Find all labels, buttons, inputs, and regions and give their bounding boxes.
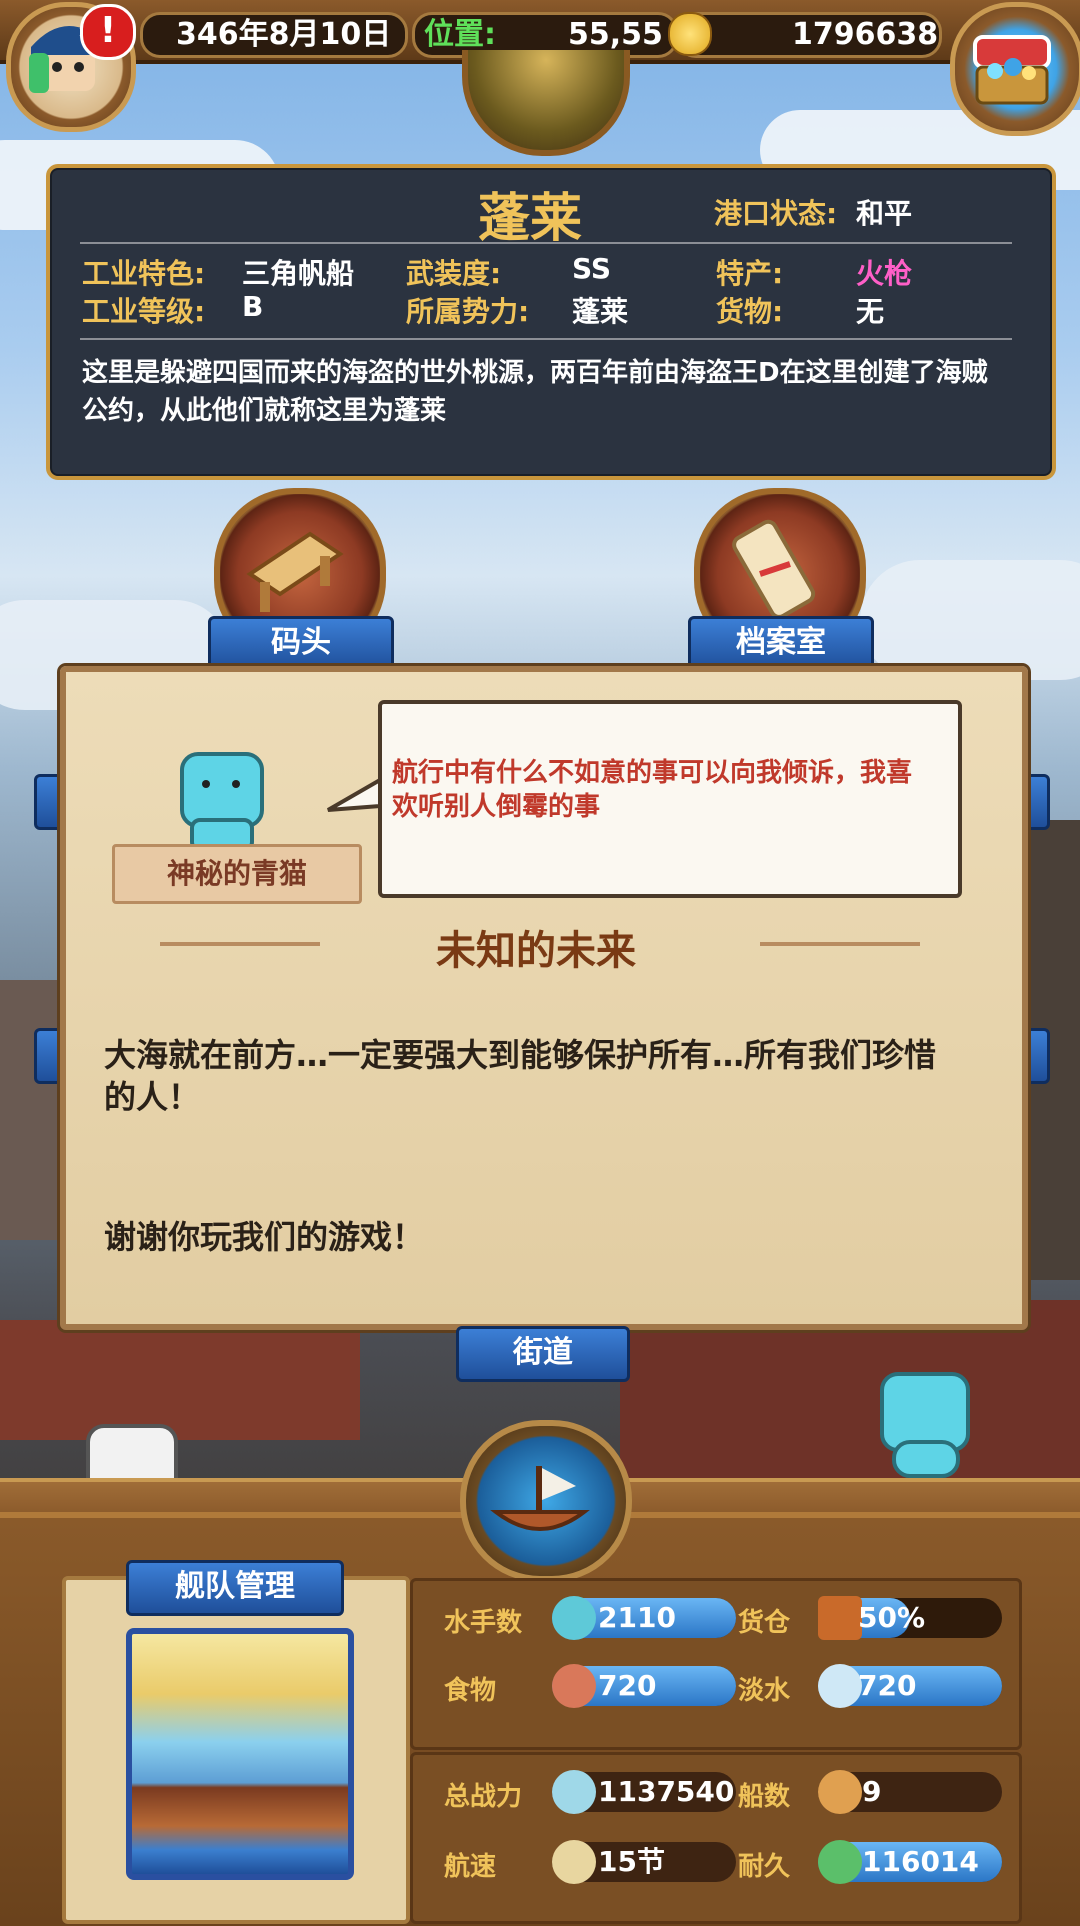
blue-cat-mascot-body-icon (892, 1440, 960, 1478)
cargo-value: 无 (856, 295, 885, 328)
title-ornament-right (760, 942, 920, 946)
dock-label[interactable]: 码头 (208, 616, 394, 672)
port-status-value: 和平 (856, 197, 913, 230)
cat-eye (232, 780, 240, 788)
water-value: 720 (858, 1669, 917, 1702)
dialog-body-text: 大海就在前方…一定要强大到能够保护所有…所有我们珍惜的人！ (104, 1036, 937, 1116)
power-value: 1137540 (598, 1775, 735, 1808)
sailor-icon (552, 1596, 596, 1640)
sail-button[interactable] (460, 1420, 632, 1582)
industry-level-value: B (242, 290, 264, 323)
durability-label: 耐久 (738, 1852, 791, 1882)
position-value: 55,55 (568, 17, 663, 52)
faction-label: 所属势力: (406, 295, 530, 328)
treasure-chest-icon (973, 35, 1051, 105)
food-value: 720 (598, 1669, 657, 1702)
town-roof (0, 1320, 360, 1440)
armament-label: 武装度: (406, 257, 502, 290)
crate-icon (818, 1596, 862, 1640)
water-jug-icon (818, 1664, 862, 1708)
speed-value: 15节 (598, 1845, 665, 1878)
water-label: 淡水 (738, 1676, 791, 1706)
npc-name-plate: 神秘的青猫 (112, 844, 362, 904)
panel-divider (80, 242, 1012, 244)
gold-coin-icon (668, 12, 712, 56)
cargo-label: 货物: (716, 295, 784, 328)
blue-cat-npc-icon (180, 752, 264, 828)
sailboat-icon (552, 1840, 596, 1884)
street-label[interactable]: 街道 (456, 1326, 630, 1382)
hold-label: 货仓 (738, 1608, 791, 1638)
specialty-value: 火枪 (856, 257, 913, 290)
dialog-title: 未知的未来 (436, 928, 636, 974)
town-building (0, 980, 60, 1240)
world-map-globe-button[interactable] (462, 50, 630, 156)
port-name: 蓬莱 (478, 189, 583, 249)
durability-value: 116014 (862, 1845, 979, 1878)
power-label: 总战力 (444, 1782, 523, 1812)
fleet-title[interactable]: 舰队管理 (126, 1560, 344, 1616)
armament-value: SS (572, 252, 612, 285)
speech-text: 航行中有什么不如意的事可以向我倾诉，我喜欢听别人倒霉的事 (392, 758, 913, 822)
ship-icon (818, 1770, 862, 1814)
sailors-value: 2110 (598, 1601, 676, 1634)
treasure-chest-button[interactable] (950, 2, 1080, 136)
archive-label[interactable]: 档案室 (688, 616, 874, 672)
position-label: 位置: (424, 17, 496, 52)
date-text: 346年8月10日 (176, 17, 392, 52)
exclamation-icon: ! (99, 10, 117, 51)
gold-value: 1796638 (792, 17, 939, 52)
port-status-label: 港口状态: (714, 197, 838, 230)
title-ornament-left (160, 942, 320, 946)
panel-divider (80, 338, 1012, 340)
sailors-label: 水手数 (444, 1608, 523, 1638)
repair-ship-icon (818, 1840, 862, 1884)
hold-value: 50% (858, 1601, 926, 1634)
specialty-label: 特产: (716, 257, 784, 290)
port-description: 这里是躲避四国而来的海盗的世外桃源，两百年前由海盗王D在这里创建了海贼公约，从此… (82, 358, 988, 426)
industry-level-label: 工业等级: (82, 295, 206, 328)
rowboat-icon (490, 1466, 590, 1531)
industry-feature-value: 三角帆船 (242, 257, 355, 290)
meat-icon (552, 1664, 596, 1708)
cat-eye (202, 780, 210, 788)
speech-bubble-tail (327, 778, 382, 812)
faction-value: 蓬莱 (572, 295, 629, 328)
ships-label: 船数 (738, 1782, 791, 1812)
dialog-thanks-text: 谢谢你玩我们的游戏！ (104, 1218, 425, 1256)
flagship-cross-section-image[interactable] (126, 1628, 354, 1880)
cloud (860, 560, 1080, 680)
ships-value: 9 (862, 1775, 882, 1808)
alert-badge[interactable]: ! (80, 4, 136, 60)
industry-feature-label: 工业特色: (82, 257, 206, 290)
speed-label: 航速 (444, 1852, 497, 1882)
food-label: 食物 (444, 1676, 497, 1706)
crossed-swords-icon (552, 1770, 596, 1814)
